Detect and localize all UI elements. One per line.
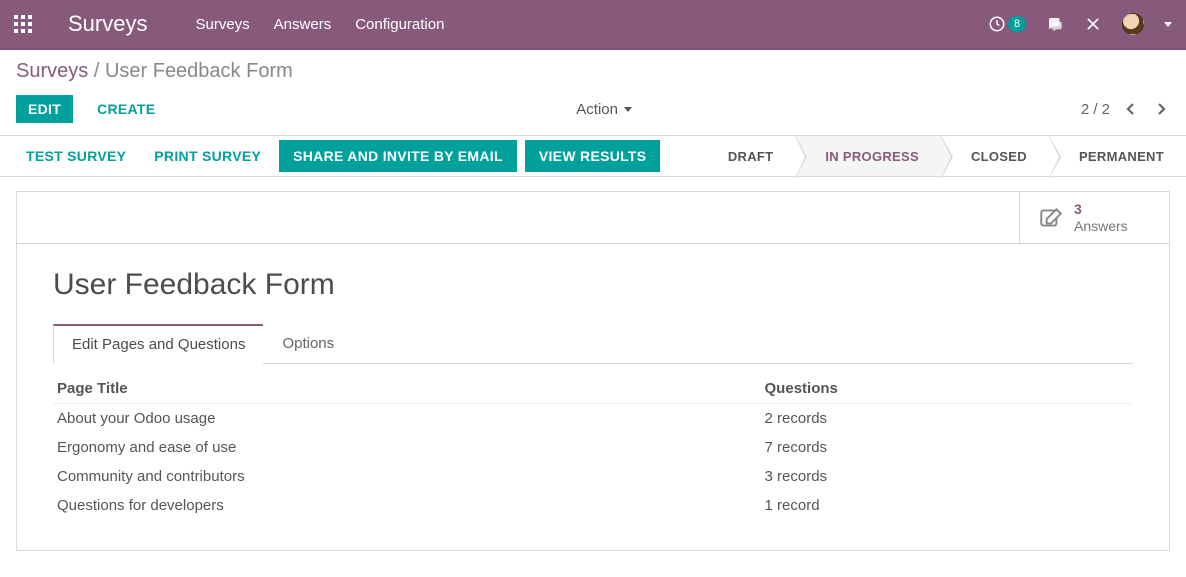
survey-title: User Feedback Form: [53, 268, 1133, 302]
answers-stat-button[interactable]: 3 Answers: [1019, 192, 1169, 243]
pager-text: 2 / 2: [1081, 101, 1110, 118]
breadcrumb-parent[interactable]: Surveys: [16, 60, 88, 82]
pager-next-button[interactable]: [1152, 100, 1170, 118]
edit-button[interactable]: EDIT: [16, 95, 73, 123]
action-dropdown[interactable]: Action: [576, 101, 632, 118]
breadcrumb-current: User Feedback Form: [105, 60, 293, 82]
share-invite-button[interactable]: SHARE AND INVITE BY EMAIL: [279, 140, 517, 172]
user-menu-caret-icon[interactable]: [1164, 22, 1172, 27]
questions-cell: 2 records: [765, 410, 1129, 427]
view-results-button[interactable]: VIEW RESULTS: [525, 140, 661, 172]
activity-button[interactable]: 8: [988, 15, 1026, 33]
questions-cell: 1 record: [765, 497, 1129, 514]
table-row[interactable]: About your Odoo usage 2 records: [53, 404, 1133, 433]
header-questions: Questions: [765, 380, 1129, 397]
topbar: Surveys Surveys Answers Configuration 8: [0, 0, 1186, 48]
print-survey-button[interactable]: PRINT SURVEY: [144, 148, 271, 164]
header-page-title: Page Title: [57, 380, 765, 397]
table-row[interactable]: Community and contributors 3 records: [53, 462, 1133, 491]
tabs: Edit Pages and Questions Options: [53, 324, 1133, 364]
tools-icon[interactable]: [1084, 15, 1102, 33]
status-closed[interactable]: CLOSED: [941, 136, 1049, 176]
answers-count: 3: [1074, 201, 1128, 217]
top-navigation: Surveys Answers Configuration: [195, 16, 444, 33]
user-avatar[interactable]: [1122, 13, 1144, 35]
action-bar: TEST SURVEY PRINT SURVEY SHARE AND INVIT…: [0, 135, 1186, 177]
action-label: Action: [576, 101, 618, 118]
nav-surveys[interactable]: Surveys: [195, 16, 249, 33]
caret-down-icon: [624, 107, 632, 112]
questions-cell: 7 records: [765, 439, 1129, 456]
pager-prev-button[interactable]: [1122, 100, 1140, 118]
page-title-cell: Ergonomy and ease of use: [57, 439, 765, 456]
questions-cell: 3 records: [765, 468, 1129, 485]
page-title-cell: Questions for developers: [57, 497, 765, 514]
status-bar: DRAFT IN PROGRESS CLOSED PERMANENT: [706, 136, 1186, 176]
table-row[interactable]: Ergonomy and ease of use 7 records: [53, 433, 1133, 462]
status-in-progress[interactable]: IN PROGRESS: [795, 136, 941, 176]
status-permanent[interactable]: PERMANENT: [1049, 136, 1186, 176]
tab-options[interactable]: Options: [263, 324, 353, 363]
page-title-cell: Community and contributors: [57, 468, 765, 485]
pages-table-header: Page Title Questions: [53, 374, 1133, 404]
topbar-right: 8: [988, 13, 1172, 35]
tab-edit-pages[interactable]: Edit Pages and Questions: [53, 324, 264, 364]
breadcrumb: Surveys / User Feedback Form: [16, 60, 1170, 83]
pager: 2 / 2: [1081, 100, 1170, 118]
status-draft[interactable]: DRAFT: [706, 136, 796, 176]
breadcrumb-sep: /: [94, 60, 100, 82]
activity-count: 8: [1008, 16, 1026, 32]
nav-configuration[interactable]: Configuration: [355, 16, 444, 33]
test-survey-button[interactable]: TEST SURVEY: [16, 148, 136, 164]
compose-icon: [1038, 205, 1064, 231]
nav-answers[interactable]: Answers: [274, 16, 332, 33]
page-title-cell: About your Odoo usage: [57, 410, 765, 427]
apps-icon[interactable]: [14, 15, 32, 33]
create-button[interactable]: CREATE: [85, 95, 167, 123]
app-brand[interactable]: Surveys: [68, 11, 147, 37]
discuss-icon[interactable]: [1046, 15, 1064, 33]
form-sheet: 3 Answers User Feedback Form Edit Pages …: [16, 191, 1170, 551]
answers-label: Answers: [1074, 218, 1128, 234]
clock-icon: [988, 15, 1006, 33]
table-row[interactable]: Questions for developers 1 record: [53, 491, 1133, 520]
